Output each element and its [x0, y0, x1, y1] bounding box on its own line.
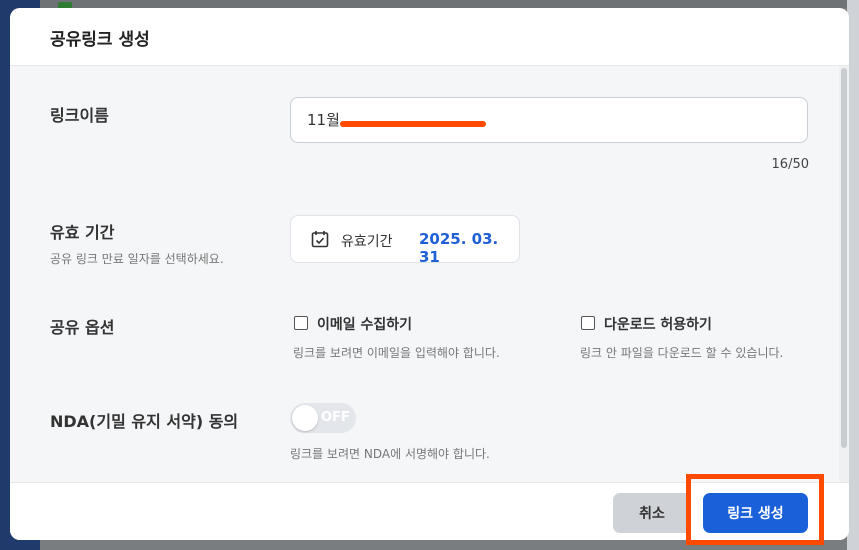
calendar-icon: [311, 231, 329, 248]
link-name-input[interactable]: 11월: [290, 97, 808, 143]
expiry-description: 공유 링크 만료 일자를 선택하세요.: [50, 252, 224, 266]
redaction-mark: [340, 121, 486, 127]
link-name-label: 링크이름: [50, 106, 109, 125]
share-options-label: 공유 옵션: [50, 318, 115, 337]
link-name-value: 11월: [307, 111, 340, 129]
toggle-state-text: OFF: [321, 410, 350, 425]
char-counter: 16/50: [771, 157, 809, 172]
nda-label: NDA(기밀 유지 서약) 동의: [50, 412, 239, 431]
cancel-button[interactable]: 취소: [613, 493, 691, 533]
dialog-header: 공유링크 생성: [10, 8, 849, 66]
email-collect-description: 링크를 보려면 이메일을 입력해야 합니다.: [293, 346, 500, 360]
expiry-label: 유효 기간: [50, 223, 115, 242]
nda-description: 링크를 보려면 NDA에 서명해야 합니다.: [290, 447, 490, 461]
toggle-knob: [292, 405, 318, 431]
share-link-dialog: 공유링크 생성 링크이름 11월 16/50 유효 기간 공유 링크 만료 일자…: [10, 8, 849, 540]
dialog-title: 공유링크 생성: [50, 30, 150, 50]
nda-toggle[interactable]: OFF: [290, 403, 356, 433]
highlight-box: [686, 474, 824, 545]
download-allow-label[interactable]: 다운로드 허용하기: [604, 314, 712, 334]
expiry-field-label: 유효기간: [341, 234, 393, 250]
download-allow-checkbox[interactable]: [581, 316, 595, 330]
download-allow-description: 링크 안 파일을 다운로드 할 수 있습니다.: [580, 346, 784, 360]
expiry-date-value: 2025. 03. 31: [419, 230, 499, 266]
scrollbar-thumb[interactable]: [841, 68, 847, 448]
email-collect-checkbox[interactable]: [294, 316, 308, 330]
expiry-date-picker[interactable]: 유효기간 2025. 03. 31: [290, 215, 520, 266]
email-collect-label[interactable]: 이메일 수집하기: [317, 314, 412, 334]
background-app: [0, 0, 859, 8]
